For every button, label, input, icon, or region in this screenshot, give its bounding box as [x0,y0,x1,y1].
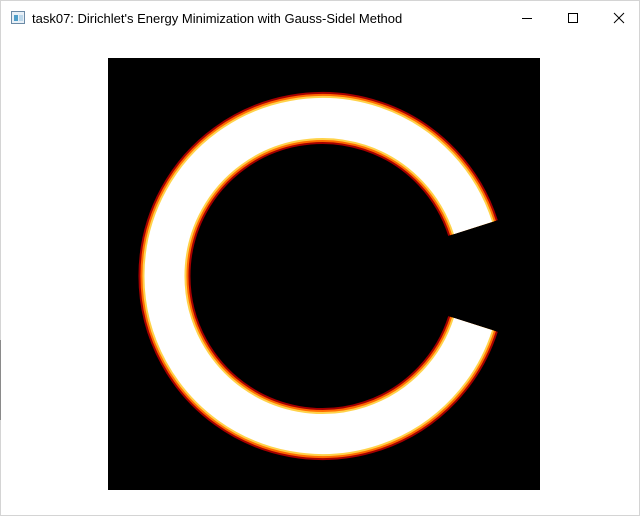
app-window-icon[interactable] [11,11,25,24]
title-bar[interactable]: task07: Dirichlet's Energy Minimization … [1,1,639,35]
minimize-icon [522,18,532,19]
close-button[interactable] [596,1,640,35]
close-icon [613,12,625,24]
minimize-button[interactable] [504,1,550,35]
window-title: task07: Dirichlet's Energy Minimization … [32,11,403,26]
background-window-edge [0,340,3,420]
maximize-button[interactable] [550,1,596,35]
maximize-icon [568,13,578,23]
app-window: task07: Dirichlet's Energy Minimization … [0,0,640,516]
client-area [1,35,639,515]
render-canvas[interactable] [108,58,540,490]
